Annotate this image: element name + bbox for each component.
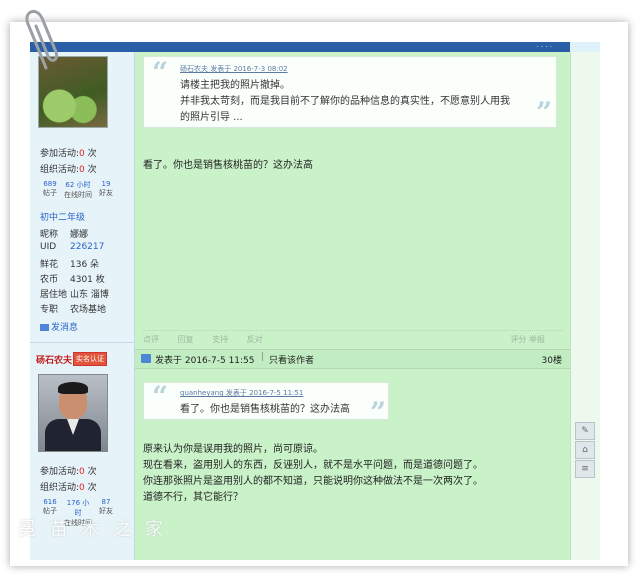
- view-author-only-link[interactable]: 只看该作者: [269, 353, 314, 366]
- reply-button[interactable]: 回复: [178, 335, 194, 344]
- quote-block: “ 砀石农夫 发表于 2016-7-3 08:02 请楼主把我的照片撤掉。 并非…: [143, 56, 557, 128]
- right-tool-strip: ✎ ⌂ ≡: [570, 52, 600, 560]
- profile-flowers: 鲜花 136 朵: [40, 260, 100, 270]
- user-stats: 689 帖子 62 小时 在线时间 19 好友: [36, 180, 120, 200]
- quote-line: 的照片引导 ...: [180, 112, 243, 123]
- top-nav-tabs[interactable]: · · · ·: [536, 43, 552, 51]
- list-tool-button[interactable]: ≡: [575, 460, 595, 478]
- stat-friends[interactable]: 19 好友: [92, 180, 120, 200]
- open-quote-icon: “: [152, 56, 169, 89]
- home-tool-button[interactable]: ⌂: [575, 441, 595, 459]
- post-time: 发表于 2016-7-5 11:55: [155, 356, 255, 366]
- forum-screenshot: · · · · 参加活动:0 次 组织活动:0 次 689 帖子 62 小时 在线时…: [30, 42, 600, 560]
- reply-line: 原来认为你是误用我的照片，尚可原谅。: [143, 444, 323, 455]
- profile-coins: 农币 4301 枚: [40, 275, 105, 285]
- post-content-area: “ 砀石农夫 发表于 2016-7-3 08:02 请楼主把我的照片撤掉。 并非…: [135, 52, 570, 560]
- mail-icon: [40, 324, 49, 331]
- quote-meta[interactable]: 砀石农夫 发表于 2016-7-3 08:02: [180, 64, 288, 74]
- author-name[interactable]: 砀石农夫: [36, 353, 72, 366]
- join-activities: 参加活动:0 次: [40, 149, 97, 159]
- organized-activities: 组织活动:0 次: [40, 165, 97, 175]
- profile-uid: UID 226217: [40, 242, 105, 252]
- floor-number[interactable]: 30楼: [542, 353, 562, 366]
- close-quote-icon: ”: [370, 396, 387, 429]
- reply-line: 你连那张照片是盗用别人的都不知道，只能说明你这种做法不是一次两次了。: [143, 476, 483, 487]
- watermark: 冕 苗 木 之 家: [18, 519, 167, 540]
- quote-line: 并非我太苛刻，而是我目前不了解你的品种信息的真实性，不愿意别人用我: [180, 96, 510, 107]
- reply-text: 看了。你也是销售核桃苗的？这办法高: [143, 160, 313, 171]
- user-sidebar: 参加活动:0 次 组织活动:0 次 689 帖子 62 小时 在线时间 19 好友 初…: [30, 52, 135, 560]
- quote-line: 看了。你也是销售核桃苗的？这办法高: [180, 404, 350, 415]
- quote-meta[interactable]: guanheyang 发表于 2016-7-5 11:51: [180, 388, 303, 398]
- quote-block: “ guanheyang 发表于 2016-7-5 11:51 看了。你也是销售…: [143, 380, 389, 427]
- author-organized-activities: 组织活动:0 次: [40, 483, 97, 493]
- post-icon: [141, 354, 151, 363]
- stat-posts[interactable]: 689 帖子: [36, 180, 64, 200]
- oppose-button[interactable]: 反对: [247, 335, 263, 344]
- post-header-bar: 发表于 2016-7-5 11:55 | 只看该作者 30楼: [135, 349, 570, 369]
- stat-online-time[interactable]: 62 小时 在线时间: [64, 180, 92, 200]
- profile-occupation: 专职 农场基地: [40, 305, 107, 315]
- paperclip-icon: [25, 9, 59, 70]
- author-join-activities: 参加活动:0 次: [40, 467, 97, 477]
- comment-tool-button[interactable]: ✎: [575, 422, 595, 440]
- reply-line: 道德不行，其它能行？: [143, 492, 243, 503]
- open-quote-icon: “: [152, 380, 169, 413]
- support-button[interactable]: 支持: [212, 335, 228, 344]
- user-rank[interactable]: 初中二年级: [40, 210, 85, 223]
- verified-badge: 实名认证: [73, 352, 107, 366]
- post-actions: 点评 回复 支持 反对 评分 举报: [143, 330, 563, 345]
- rate-report-links[interactable]: 评分 举报: [510, 334, 545, 345]
- send-message-link[interactable]: 发消息: [40, 320, 78, 333]
- author-avatar[interactable]: [38, 374, 108, 452]
- quote-line: 请楼主把我的照片撤掉。: [180, 80, 290, 91]
- close-quote-icon: ”: [536, 96, 553, 129]
- comment-button[interactable]: 点评: [143, 335, 159, 344]
- reply-line: 现在看来，盗用别人的东西，反诬别人，就不是水平问题，而是道德问题了。: [143, 460, 483, 471]
- profile-nickname: 昵称 娜娜: [40, 230, 89, 240]
- profile-location: 居住地 山东 淄博: [40, 290, 109, 300]
